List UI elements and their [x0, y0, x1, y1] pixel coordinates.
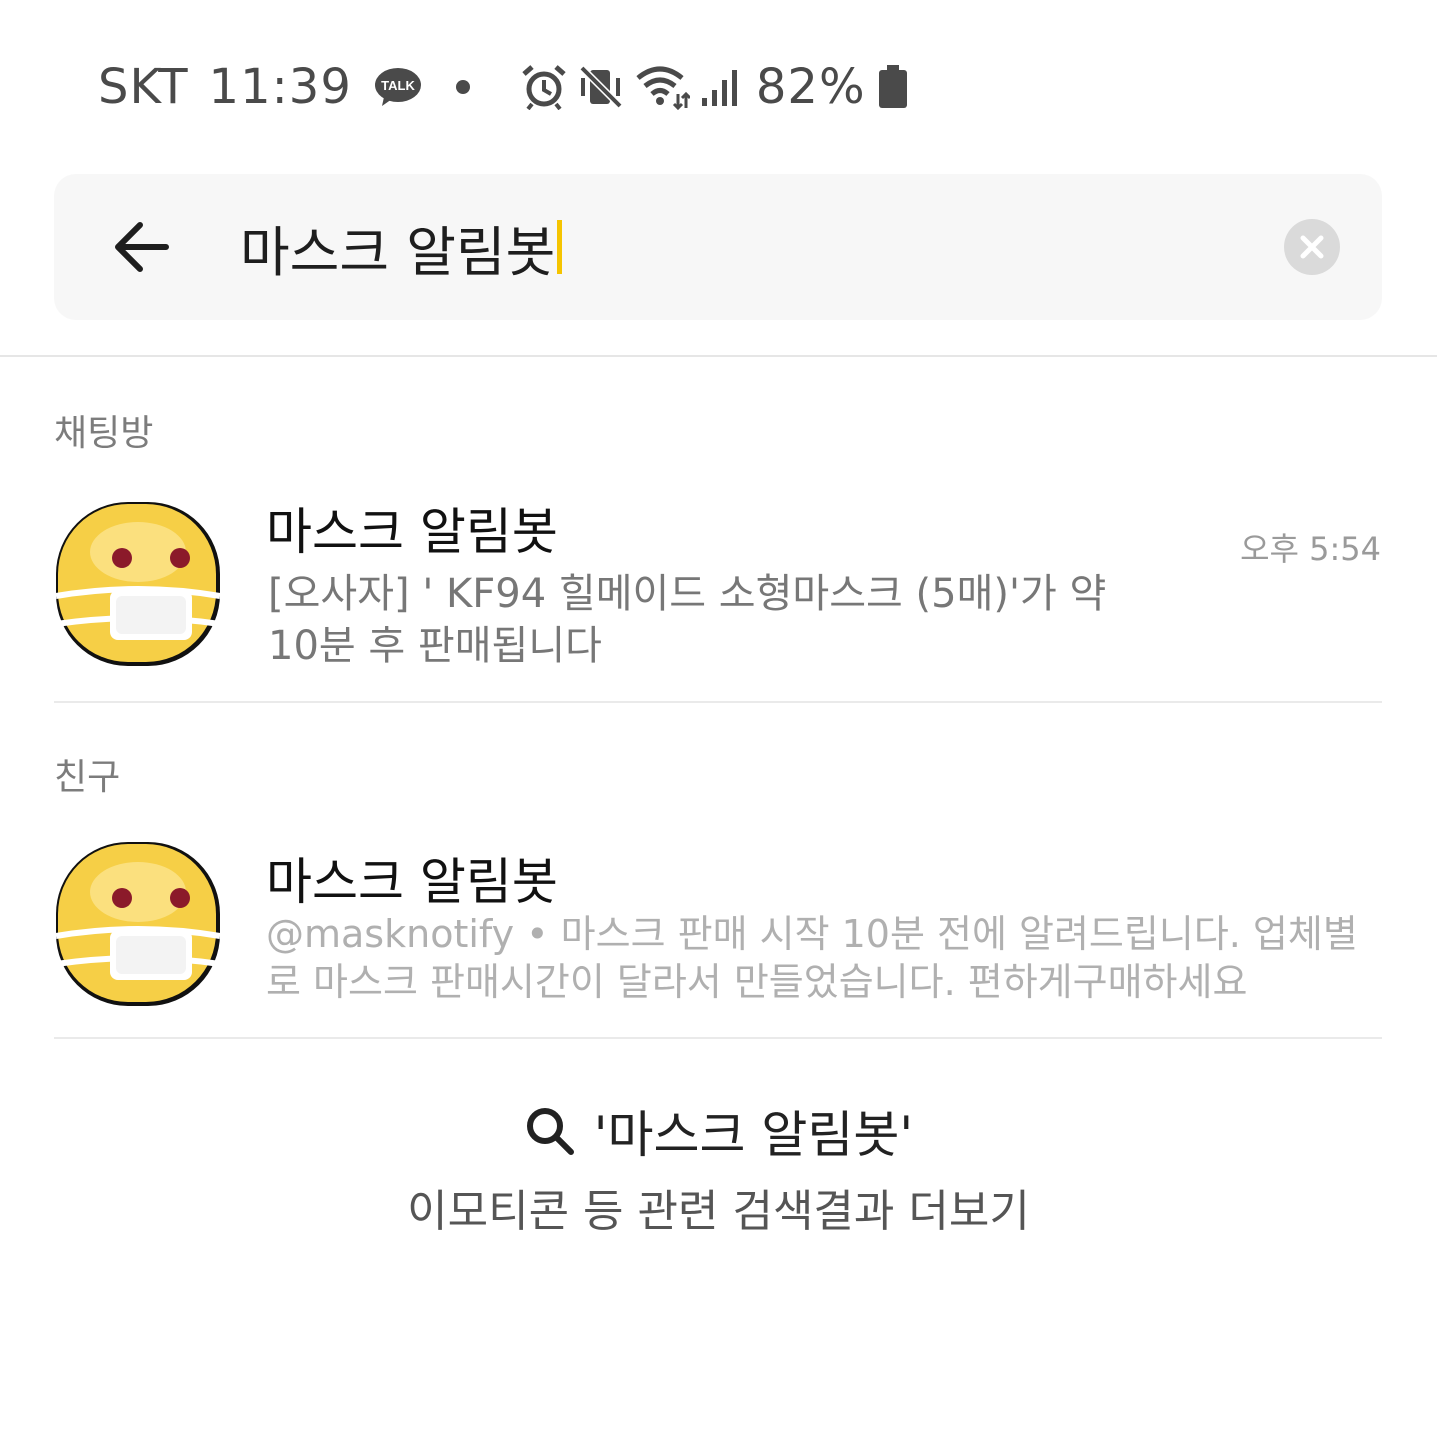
notification-dot-icon	[455, 80, 470, 94]
header-divider	[0, 355, 1437, 357]
status-icons	[520, 64, 740, 110]
mask-emoji-avatar	[55, 842, 221, 1006]
carrier-label: SKT	[98, 59, 189, 115]
chatroom-title: 마스크 알림봇	[266, 503, 558, 561]
clock: 11:39	[208, 59, 352, 115]
clear-search-button[interactable]	[1284, 219, 1340, 275]
vibrate-mute-icon	[579, 65, 623, 109]
search-bar: 마스크 알림봇	[54, 174, 1382, 320]
friend-name: 마스크 알림봇	[266, 853, 558, 911]
alarm-icon	[522, 65, 566, 110]
search-query-text: 마스크 알림봇	[240, 220, 556, 284]
section-header-friends: 친구	[54, 757, 121, 798]
wifi-icon	[636, 66, 690, 110]
section-header-chatrooms: 채팅방	[54, 413, 154, 454]
more-search-label: 이모티콘 등 관련 검색결과 더보기	[407, 1186, 1030, 1237]
section-divider	[54, 1037, 1382, 1039]
more-search-query: '마스크 알림봇'	[593, 1106, 914, 1164]
chatroom-last-message: [오사자] ' KF94 힐메이드 소형마스크 (5매)'가 약 10분 후 판…	[268, 571, 1107, 669]
signal-icon	[701, 70, 737, 106]
search-input[interactable]: 마스크 알림봇	[240, 210, 563, 284]
text-caret	[557, 220, 563, 274]
status-bar: SKT 11:39 TALK 82%	[98, 52, 908, 122]
close-icon	[1300, 235, 1324, 259]
friend-description: @masknotify • 마스크 판매 시작 10분 전에 알려드립니다. 업…	[266, 912, 1358, 1004]
svg-text:TALK: TALK	[381, 78, 415, 93]
chatroom-timestamp: 오후 5:54	[1240, 530, 1381, 568]
battery-icon	[878, 65, 907, 108]
mask-emoji-avatar	[55, 502, 221, 666]
kakaotalk-talk-icon: TALK	[374, 68, 421, 106]
more-search-query-line: '마스크 알림봇'	[0, 1095, 1437, 1167]
kakaotalk-search-screen: SKT 11:39 TALK 82% 마스크 알림봇 채팅방 마스크 알림봇 오…	[0, 0, 1437, 1437]
section-divider	[54, 701, 1382, 703]
search-icon	[526, 1108, 574, 1155]
back-arrow-icon[interactable]	[110, 216, 172, 278]
battery-percent: 82%	[755, 59, 866, 115]
more-search-results-button[interactable]: '마스크 알림봇' 이모티콘 등 관련 검색결과 더보기	[0, 1095, 1437, 1239]
